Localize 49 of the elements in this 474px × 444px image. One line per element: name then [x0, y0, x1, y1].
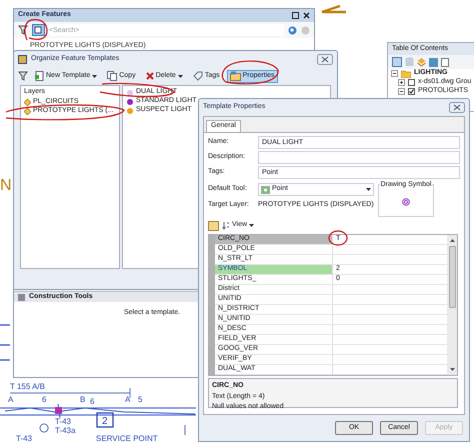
- map-label: 6: [42, 395, 46, 404]
- layer-checkbox[interactable]: [408, 79, 415, 86]
- expand-icon[interactable]: [398, 79, 405, 86]
- construction-tools-icon: [18, 294, 25, 300]
- sort-icon[interactable]: [222, 221, 229, 230]
- filter-icon[interactable]: [18, 25, 28, 35]
- map-label: T-43: [16, 434, 32, 443]
- map-label: N: [0, 177, 12, 194]
- collapse-icon[interactable]: [398, 88, 405, 95]
- properties-icon: [230, 71, 241, 81]
- layer-checkbox[interactable]: [408, 88, 415, 95]
- copy-icon: [107, 71, 118, 81]
- map-label: 6: [90, 397, 94, 406]
- scroll-thumb[interactable]: [448, 246, 456, 308]
- scroll-up-icon[interactable]: [450, 239, 454, 242]
- window-icon: [18, 54, 27, 64]
- layers-icon[interactable]: [417, 58, 426, 66]
- filter-icon[interactable]: [18, 71, 28, 81]
- close-icon[interactable]: [303, 12, 310, 19]
- tag-icon: [192, 71, 203, 81]
- new-template-icon: [35, 71, 44, 81]
- collapse-icon[interactable]: [391, 70, 398, 77]
- map-lines: [0, 324, 11, 361]
- text-field[interactable]: [258, 151, 460, 164]
- map-label: SERVICE POINT: [96, 434, 158, 443]
- map-box: [96, 412, 114, 428]
- map-label: 2: [102, 416, 108, 427]
- map-label: T 155 A/B: [10, 382, 45, 391]
- map-label: 5: [138, 395, 142, 404]
- map-label: A: [8, 395, 14, 404]
- map-label: T-43a: [55, 426, 76, 435]
- categorized-icon[interactable]: [208, 220, 219, 230]
- delete-icon: [146, 72, 154, 80]
- scrollbar[interactable]: [447, 235, 457, 375]
- symbol-preview-icon: [402, 198, 410, 206]
- map-label: T-43: [55, 417, 72, 426]
- pen-stroke: [320, 4, 348, 14]
- close-icon[interactable]: [317, 54, 333, 64]
- annotation-circle: [328, 230, 348, 246]
- close-icon[interactable]: [449, 102, 465, 113]
- search-icon[interactable]: [288, 26, 297, 34]
- point-tool-icon: [261, 186, 270, 194]
- maximize-icon[interactable]: [292, 12, 299, 19]
- scroll-down-icon[interactable]: [450, 368, 454, 371]
- map-label: A: [125, 395, 130, 404]
- dropdown-caret-icon: [366, 188, 371, 191]
- organize-templates-icon[interactable]: [32, 24, 45, 36]
- map-label: B: [80, 395, 86, 404]
- dropdown-caret-icon: [249, 224, 254, 227]
